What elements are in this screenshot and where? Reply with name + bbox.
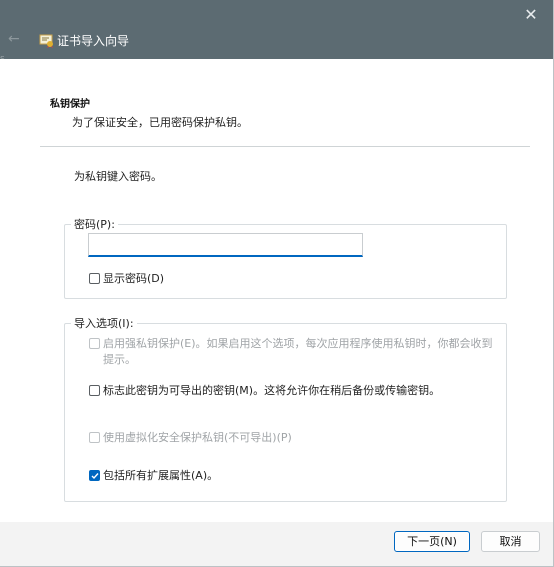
mark-exportable-label: 标志此密钥为可导出的密钥(M)。这将允许你在稍后备份或传输密钥。 [103,384,441,397]
password-prompt: 为私钥键入密码。 [74,170,162,183]
show-password-checkbox[interactable]: 显示密码(D) [89,271,164,287]
wizard-title: 证书导入向导 [57,34,130,48]
section-title: 私钥保护 [50,99,90,110]
cancel-button[interactable]: 取消 [481,531,540,552]
strong-key-protection-label: 启用强私钥保护(E)。如果启用这个选项，每次应用程序使用私钥时，你都会收到提示。 [103,337,493,366]
checkbox-box[interactable] [89,273,100,284]
password-input[interactable] [88,233,363,257]
checkbox-box [89,338,100,349]
checkbox-box[interactable] [89,385,100,396]
virtualization-security-checkbox: 使用虚拟化安全保护私钥(不可导出)(P) [89,430,292,446]
next-button[interactable]: 下一页(N) [394,531,470,552]
title-bar: ✕ ← s 证书导入向导 [0,0,554,64]
checkbox-box-checked[interactable] [89,470,100,481]
password-group-label: 密码(P): [74,218,115,231]
import-options-label: 导入选项(I): [74,317,134,330]
include-extended-properties-checkbox[interactable]: 包括所有扩展属性(A)。 [89,468,218,484]
strong-key-protection-checkbox: 启用强私钥保护(E)。如果启用这个选项，每次应用程序使用私钥时，你都会收到提示。 [89,336,497,368]
mark-exportable-checkbox[interactable]: 标志此密钥为可导出的密钥(M)。这将允许你在稍后备份或传输密钥。 [89,383,440,399]
include-extended-properties-label: 包括所有扩展属性(A)。 [103,469,219,482]
show-password-label: 显示密码(D) [103,272,165,285]
checkbox-box [89,432,100,443]
checkmark-icon [91,473,99,480]
header-divider [40,146,530,147]
back-arrow-icon[interactable]: ← [8,32,20,46]
close-icon[interactable]: ✕ [516,4,546,26]
certificate-import-wizard-window: ✕ ← s 证书导入向导 私钥保护 为了保证安全，已用密码保护私钥。 为私钥键入… [0,0,554,567]
section-description: 为了保证安全，已用密码保护私钥。 [72,116,248,129]
wizard-footer [0,522,554,567]
virtualization-security-label: 使用虚拟化安全保护私钥(不可导出)(P) [103,431,292,444]
certificate-icon [39,34,53,48]
